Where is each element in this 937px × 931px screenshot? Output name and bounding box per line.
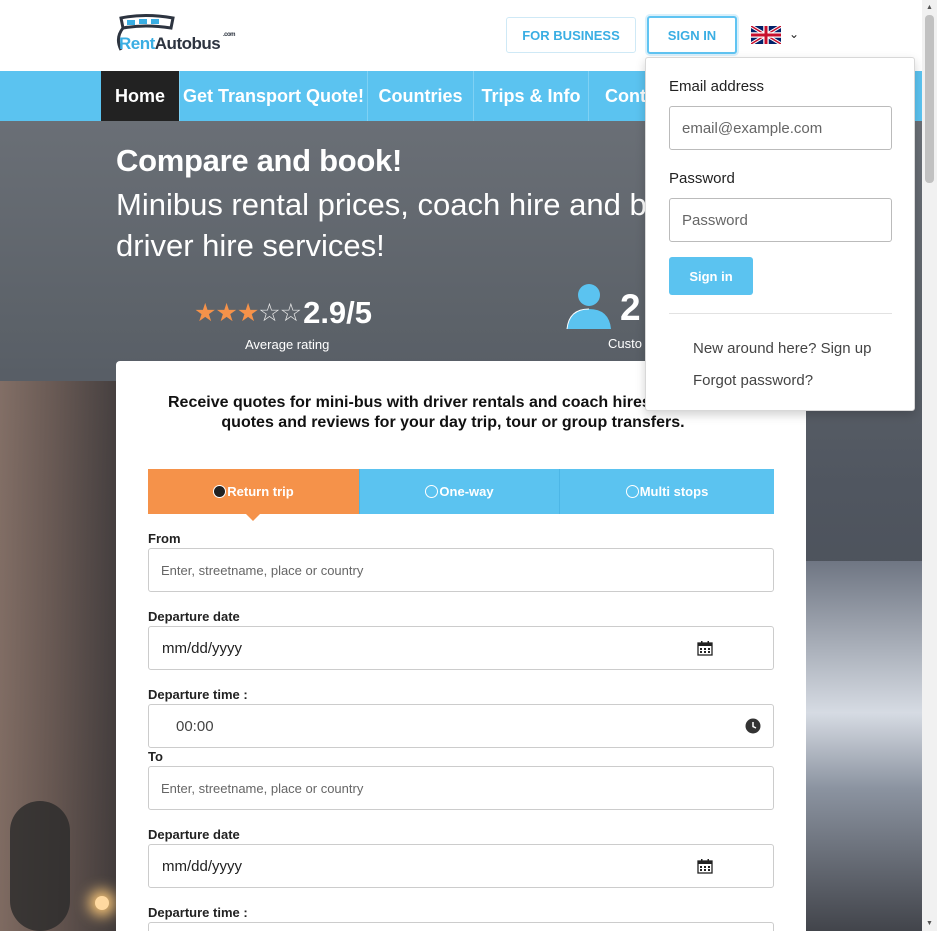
hero-subtitle-line1: Minibus rental prices, coach hire and bu: [116, 187, 664, 222]
customers-label: Custo: [608, 336, 642, 351]
to-label: To: [148, 749, 163, 764]
divider: [669, 313, 892, 314]
from-label: From: [148, 531, 181, 546]
star-rating-icon: ★★★☆☆: [194, 299, 302, 327]
clock-icon[interactable]: [745, 718, 761, 734]
logo-rent: Rent: [119, 34, 155, 53]
signup-link[interactable]: New around here? Sign up: [693, 340, 871, 357]
return-date-label: Departure date: [148, 827, 240, 842]
rating-value: 2.9/5: [303, 295, 373, 330]
chevron-down-icon: ⌄: [789, 27, 800, 41]
mountain-photo-area: [806, 561, 922, 931]
logo-tld: .com: [223, 32, 236, 38]
departure-time-input[interactable]: 00:00: [148, 704, 774, 748]
departure-date-label: Departure date: [148, 609, 240, 624]
return-time-input[interactable]: [148, 922, 774, 931]
for-business-button[interactable]: FOR BUSINESS: [506, 17, 636, 53]
calendar-icon[interactable]: [697, 640, 713, 656]
tab-return-trip[interactable]: Return trip: [148, 469, 360, 521]
from-input[interactable]: [148, 548, 774, 592]
return-date-input[interactable]: mm/dd/yyyy: [148, 844, 774, 888]
rating-label: Average rating: [245, 337, 330, 352]
form-intro-line2: quotes and reviews for your day trip, to…: [221, 414, 685, 431]
bus-wheel: [10, 801, 70, 931]
time-value: 00:00: [176, 718, 214, 735]
logo-text: RentAutobus .com: [119, 32, 236, 54]
tab-one-way[interactable]: One-way: [360, 469, 560, 514]
forgot-password-link[interactable]: Forgot password?: [693, 372, 813, 389]
date-placeholder: mm/dd/yyyy: [162, 640, 243, 657]
radio-icon: [625, 485, 639, 498]
tab-label: One-way: [439, 484, 494, 499]
uk-flag-icon: [751, 26, 781, 44]
average-rating: ★★★☆☆ 2.9/5: [194, 295, 372, 331]
bus-lamp: [95, 896, 109, 910]
departure-time-label: Departure time :: [148, 687, 248, 702]
password-field[interactable]: [669, 198, 892, 242]
radio-icon: [213, 485, 227, 498]
scroll-thumb[interactable]: [925, 15, 934, 183]
nav-item-trips-info[interactable]: Trips & Info: [474, 71, 589, 121]
return-time-label: Departure time :: [148, 905, 248, 920]
email-label: Email address: [669, 78, 765, 95]
calendar-icon[interactable]: [697, 858, 713, 874]
scroll-down-icon[interactable]: ▼: [925, 919, 934, 928]
departure-date-input[interactable]: mm/dd/yyyy: [148, 626, 774, 670]
tab-multi-stops[interactable]: Multi stops: [560, 469, 774, 514]
hero-title: Compare and book!: [116, 143, 402, 178]
tab-label: Multi stops: [639, 484, 709, 499]
page-scrollbar[interactable]: ▲ ▼: [922, 0, 937, 931]
date-placeholder: mm/dd/yyyy: [162, 858, 243, 875]
nav-item-home[interactable]: Home: [101, 71, 180, 121]
email-field[interactable]: [669, 106, 892, 150]
sign-in-button[interactable]: SIGN IN: [647, 16, 737, 54]
scroll-up-icon[interactable]: ▲: [925, 3, 934, 12]
radio-icon: [425, 485, 439, 498]
rentautobus-logo[interactable]: RentAutobus .com: [115, 14, 236, 56]
to-input[interactable]: [148, 766, 774, 810]
nav-item-transport-quote[interactable]: Get Transport Quote!: [180, 71, 368, 121]
customers-count: 2: [620, 287, 641, 328]
signin-submit-button[interactable]: Sign in: [669, 257, 753, 295]
nav-item-countries[interactable]: Countries: [368, 71, 474, 121]
nav-item-contact[interactable]: Conta: [589, 71, 656, 121]
trip-type-tabs: Return trip One-way Multi stops: [148, 469, 774, 521]
customer-user-icon: [566, 284, 611, 329]
hero-subtitle-line2: driver hire services!: [116, 228, 385, 263]
signin-dropdown: Email address Password Sign in New aroun…: [645, 57, 915, 411]
password-label: Password: [669, 170, 735, 187]
tab-label: Return trip: [227, 484, 294, 499]
logo-autobus: Autobus: [154, 34, 221, 53]
language-selector[interactable]: ⌄: [751, 26, 803, 46]
